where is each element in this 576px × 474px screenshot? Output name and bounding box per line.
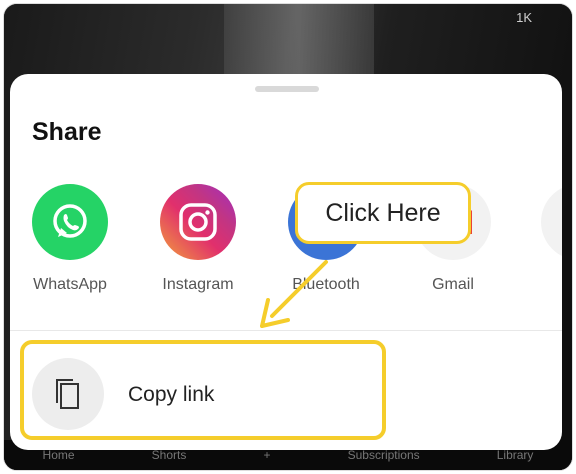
highlight-box	[20, 340, 386, 440]
click-here-callout: Click Here	[295, 182, 471, 244]
share-app-label: Gmail	[432, 276, 474, 293]
share-app-instagram[interactable]: Instagram	[143, 184, 253, 294]
nav-shorts[interactable]: Shorts	[152, 448, 187, 462]
share-title: Share	[32, 118, 102, 146]
share-app-label: WhatsApp	[33, 276, 107, 293]
share-app-label: Instagram	[162, 276, 234, 293]
nav-library[interactable]: Library	[497, 448, 534, 462]
whatsapp-icon	[32, 184, 108, 260]
more-apps-icon	[541, 184, 562, 260]
pointer-arrow	[260, 260, 328, 328]
nav-subscriptions[interactable]: Subscriptions	[348, 448, 420, 462]
instagram-icon	[160, 184, 236, 260]
nav-home[interactable]: Home	[43, 448, 75, 462]
share-app-more[interactable]: N	[524, 184, 562, 294]
share-app-label: N	[524, 276, 562, 294]
view-count: 1K	[516, 10, 532, 25]
share-app-whatsapp[interactable]: WhatsApp	[15, 184, 125, 294]
nav-create[interactable]: +	[263, 448, 270, 462]
drag-handle[interactable]	[255, 86, 319, 92]
